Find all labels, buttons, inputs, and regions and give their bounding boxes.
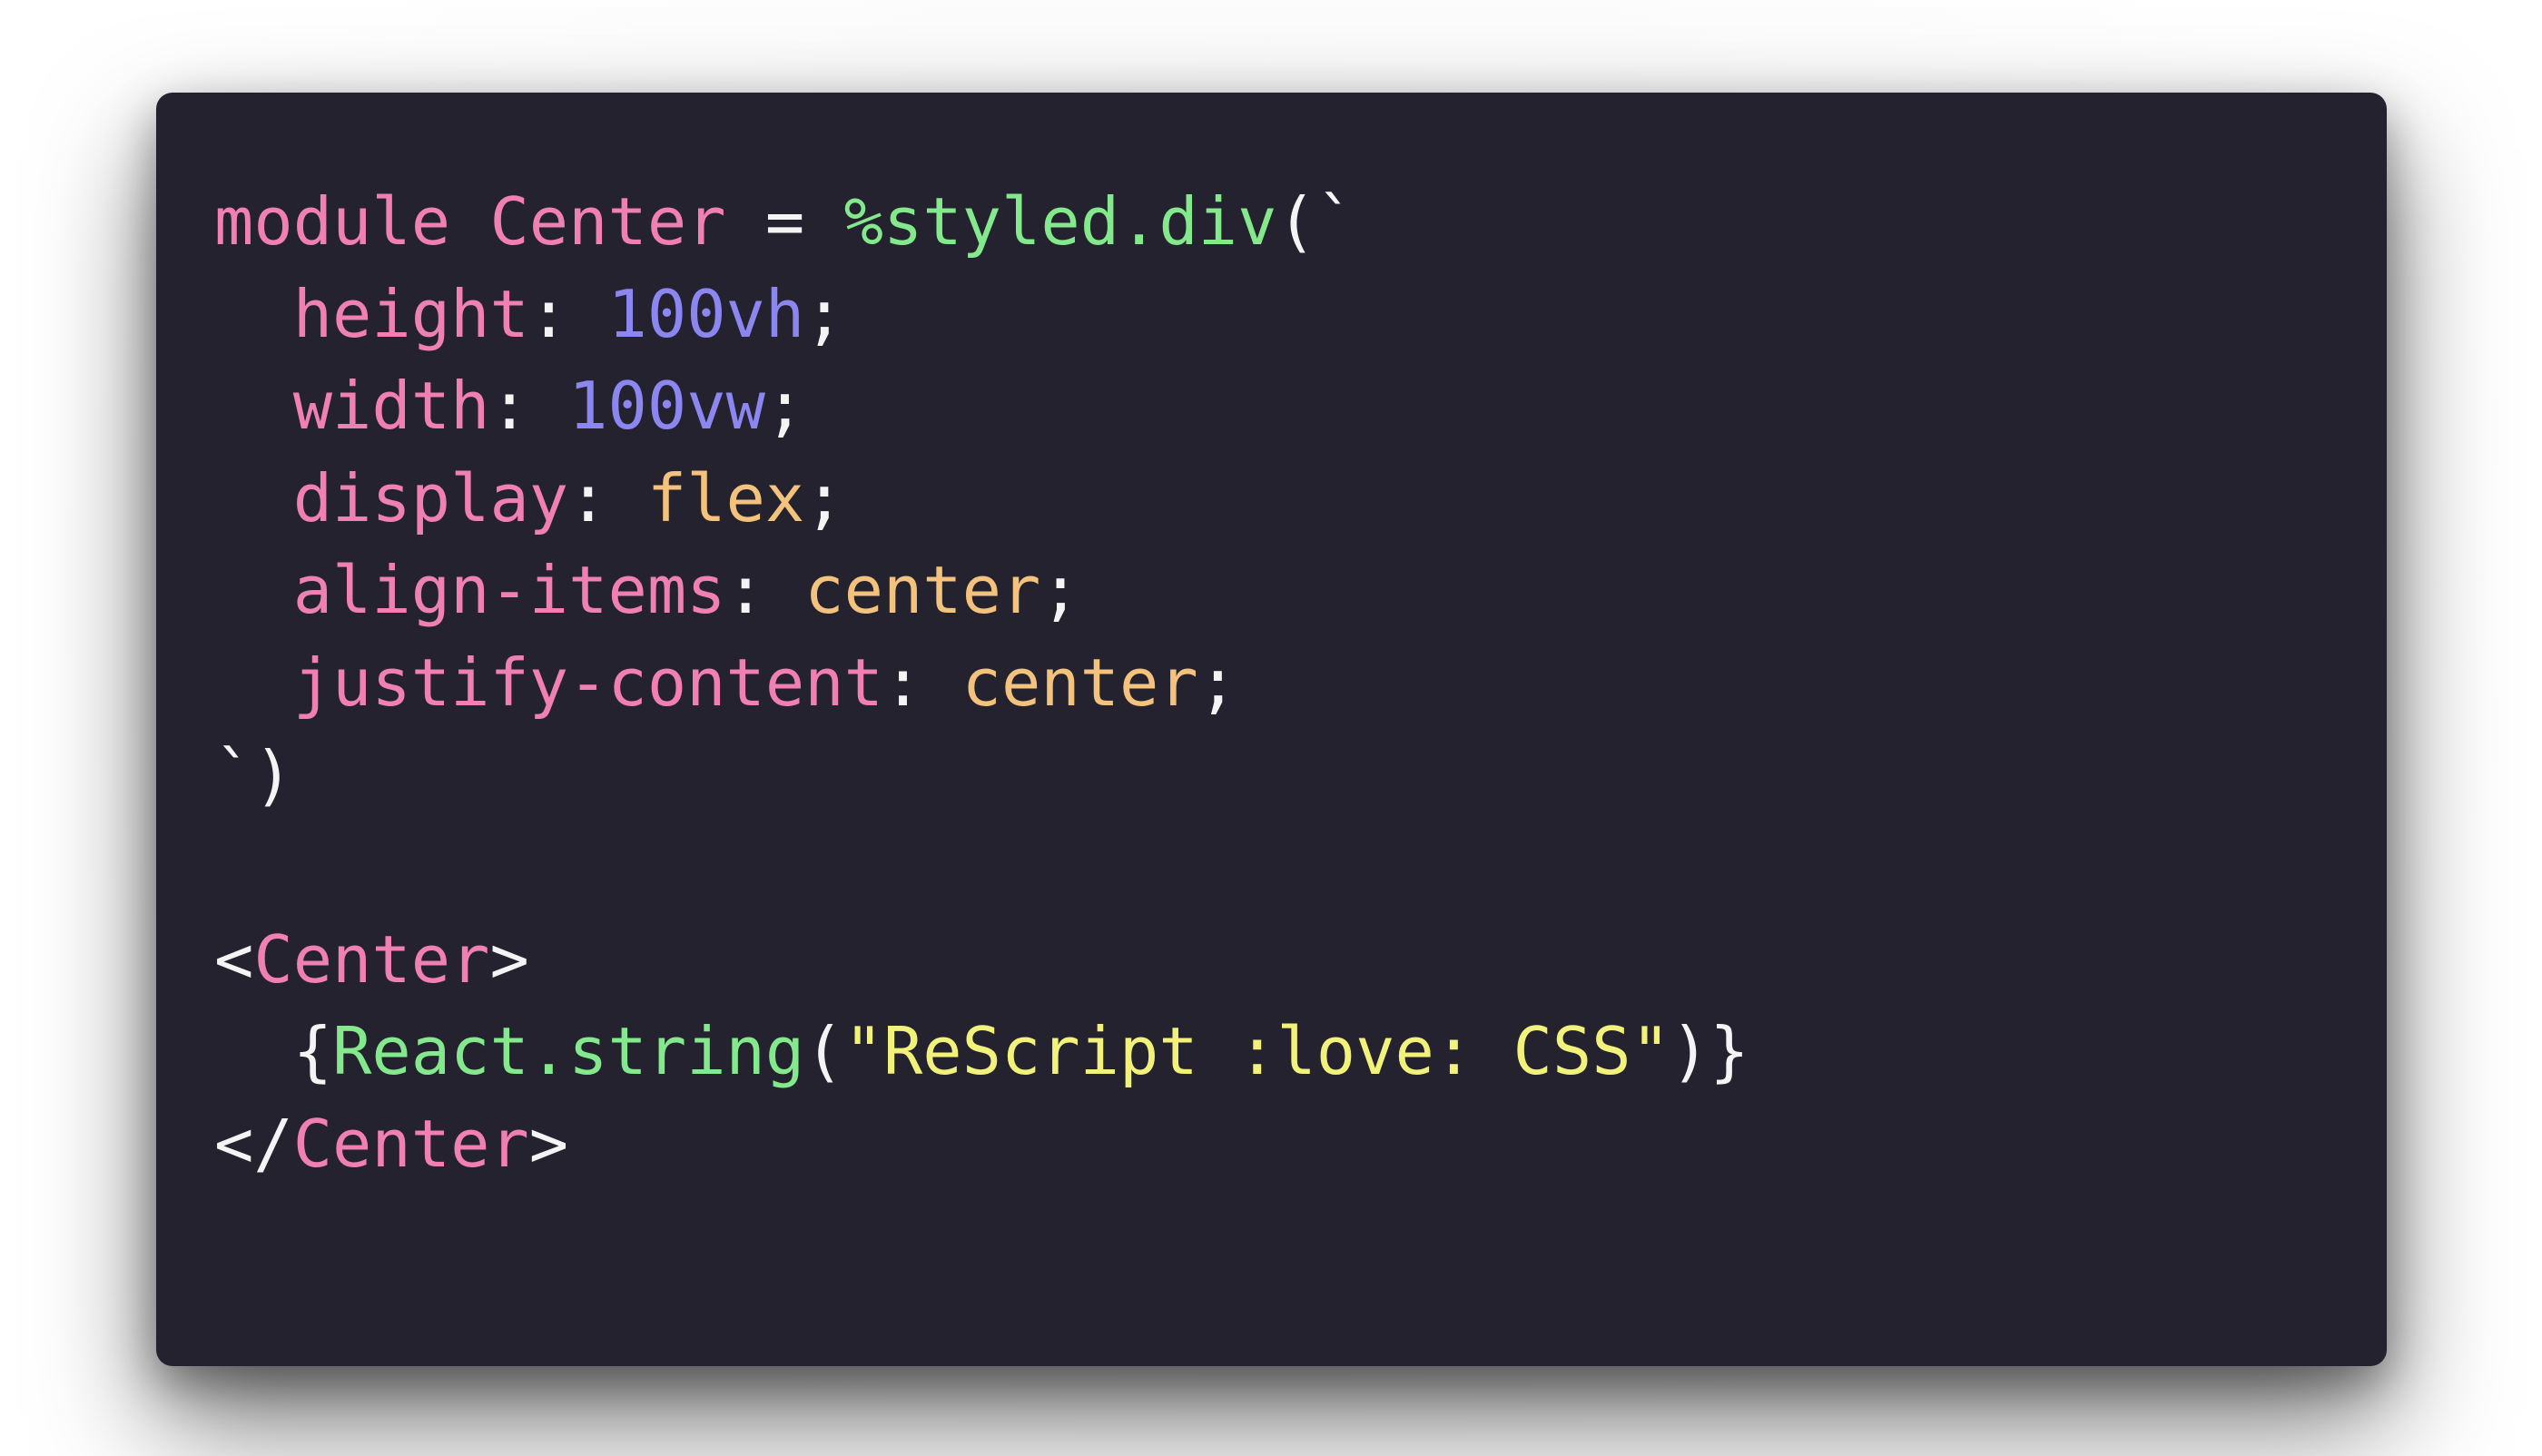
jsx-close-bracket: >: [489, 920, 529, 998]
jsx-tag-name: Center: [253, 920, 490, 998]
css-property: justify-content: [292, 644, 883, 721]
template-close: `): [214, 736, 293, 813]
css-keyword-value: flex: [646, 459, 805, 536]
semicolon: ;: [764, 368, 805, 445]
code-line-11: </Center>: [214, 1098, 1749, 1191]
code-line-1: module Center = %styled.div(`: [214, 176, 1749, 269]
jsx-open-bracket: </: [214, 1105, 293, 1182]
css-property: display: [292, 459, 569, 536]
colon: :: [725, 552, 765, 629]
css-property: align-items: [292, 552, 726, 629]
code-line-5: align-items: center;: [214, 545, 1749, 637]
css-number-value: 100vh: [607, 275, 805, 352]
semicolon: ;: [1197, 644, 1238, 721]
keyword-module: module: [214, 183, 451, 260]
code-line-7: `): [214, 730, 1749, 822]
css-property: height: [292, 275, 529, 352]
paren-open: (: [804, 1013, 844, 1090]
code-line-9: <Center>: [214, 914, 1749, 1007]
react-string-call: React.string: [332, 1013, 805, 1090]
paren-close: ): [1670, 1013, 1710, 1090]
semicolon: ;: [1040, 552, 1080, 629]
jsx-tag-name: Center: [292, 1105, 529, 1182]
css-keyword-value: center: [961, 644, 1198, 721]
css-number-value: 100vw: [568, 368, 765, 445]
equals-operator: =: [764, 183, 805, 260]
jsx-close-bracket: >: [528, 1105, 569, 1182]
colon: :: [489, 368, 529, 445]
code-line-8-blank: [214, 821, 1749, 914]
code-line-10: {React.string("ReScript :love: CSS")}: [214, 1006, 1749, 1098]
styled-div-call: %styled.div: [843, 183, 1277, 260]
semicolon: ;: [804, 459, 844, 536]
brace-open: {: [292, 1013, 333, 1090]
css-property: width: [292, 368, 490, 445]
code-block: module Center = %styled.div(` height: 10…: [214, 176, 1749, 1191]
semicolon: ;: [804, 275, 844, 352]
jsx-open-bracket: <: [214, 920, 254, 998]
module-name: Center: [489, 183, 726, 260]
css-keyword-value: center: [804, 552, 1041, 629]
brace-close: }: [1709, 1013, 1749, 1090]
code-line-2: height: 100vh;: [214, 269, 1749, 361]
colon: :: [882, 644, 923, 721]
template-open: (`: [1276, 183, 1356, 260]
colon: :: [528, 275, 569, 352]
string-literal: "ReScript :love: CSS": [843, 1013, 1670, 1090]
code-line-3: width: 100vw;: [214, 360, 1749, 453]
code-line-4: display: flex;: [214, 453, 1749, 546]
code-snippet-panel: module Center = %styled.div(` height: 10…: [156, 93, 2387, 1366]
code-line-6: justify-content: center;: [214, 637, 1749, 730]
colon: :: [568, 459, 608, 536]
